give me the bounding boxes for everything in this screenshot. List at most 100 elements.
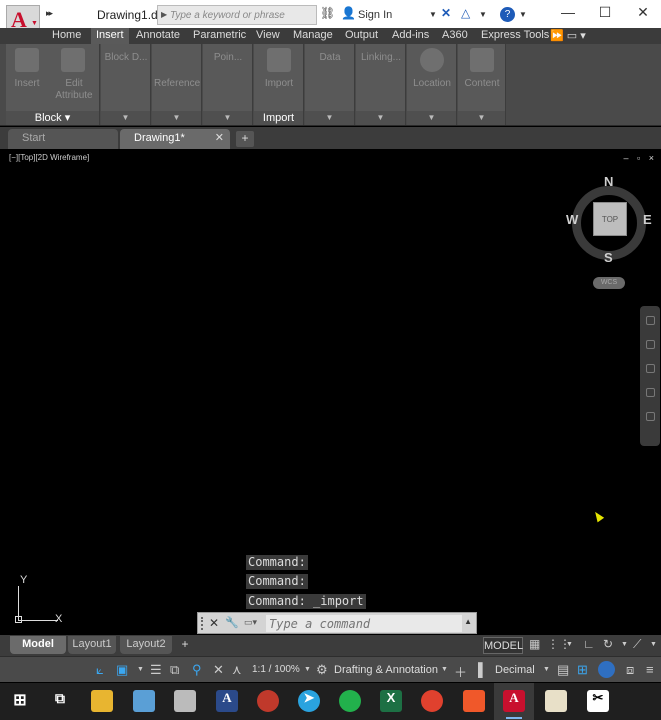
viewcube[interactable]: TOP N S E W WCS xyxy=(563,174,655,289)
insert-block-icon[interactable] xyxy=(15,48,39,72)
autodesk-a360-icon[interactable]: △ xyxy=(461,6,470,20)
chevron-down-icon[interactable]: ▼ xyxy=(479,10,487,19)
edit-attribute-icon[interactable] xyxy=(61,48,85,72)
panel-dropdown-icon[interactable]: ▼ xyxy=(458,111,505,125)
file-explorer-icon[interactable] xyxy=(91,690,113,712)
autocad-lt-icon[interactable]: A xyxy=(216,690,238,712)
file-tab-start[interactable]: Start xyxy=(8,129,118,149)
layout-tab-layout1[interactable]: Layout1 xyxy=(68,636,116,654)
capcut-icon[interactable]: ✂ xyxy=(587,690,609,712)
full-navigation-wheel-icon[interactable] xyxy=(646,316,655,325)
auto-scale-icon[interactable]: ✕ xyxy=(213,662,224,678)
showmotion-icon[interactable] xyxy=(646,412,655,421)
excel-icon[interactable]: X xyxy=(380,690,402,712)
compass-east[interactable]: E xyxy=(643,212,652,227)
data-label[interactable]: Data xyxy=(307,52,353,64)
point-cloud-label[interactable]: Poin... xyxy=(205,52,251,64)
tab-a360[interactable]: A360 xyxy=(437,28,473,44)
document-app-icon[interactable] xyxy=(174,690,196,712)
wechat-icon[interactable] xyxy=(339,690,361,712)
isolate-objects-icon[interactable]: ⊞ xyxy=(577,662,588,678)
chevron-down-icon[interactable]: ▼ xyxy=(566,641,573,648)
viewcube-top-face[interactable]: TOP xyxy=(593,202,627,236)
autocad-taskbar-icon[interactable]: A xyxy=(503,690,525,712)
block-panel-title[interactable]: Block ▾ xyxy=(6,111,99,125)
close-icon[interactable]: ✕ xyxy=(209,616,219,630)
panel-dropdown-icon[interactable]: ▼ xyxy=(305,111,354,125)
ribbon-more-icon[interactable]: ⏩ ▭ ▾ xyxy=(550,29,586,42)
layout-tab-model[interactable]: Model xyxy=(10,636,66,654)
chevron-down-icon[interactable]: ▼ xyxy=(429,10,437,19)
object-snap-icon[interactable]: ▣ xyxy=(116,662,128,678)
isodraft-icon[interactable]: ⟋ xyxy=(633,637,641,652)
exchange-apps-icon[interactable]: ✕ xyxy=(441,6,451,20)
annotation-scale-icon[interactable]: ⋏ xyxy=(232,662,242,678)
help-icon[interactable]: ? xyxy=(500,7,515,22)
close-button[interactable]: ✕ xyxy=(628,4,658,24)
clean-screen-icon[interactable]: ⧈ xyxy=(626,662,634,678)
design-center-icon[interactable] xyxy=(470,48,494,72)
block-definition-label[interactable]: Block D... xyxy=(103,52,149,64)
tab-add-ins[interactable]: Add-ins xyxy=(387,28,434,44)
units-value[interactable]: Decimal xyxy=(495,664,535,676)
chevron-down-icon[interactable]: ▼ xyxy=(519,10,527,19)
panel-dropdown-icon[interactable]: ▼ xyxy=(203,111,252,125)
compass-west[interactable]: W xyxy=(566,212,578,227)
quick-properties-icon[interactable]: ▤ xyxy=(557,662,569,678)
panel-dropdown-icon[interactable]: ▼ xyxy=(152,111,201,125)
binoculars-icon[interactable]: ⛓ xyxy=(320,6,335,20)
tab-insert[interactable]: Insert xyxy=(91,28,129,44)
import-button-label[interactable]: Import xyxy=(256,78,302,90)
gear-icon[interactable]: ⚙ xyxy=(316,662,328,678)
recent-commands-icon[interactable]: ▭▾ xyxy=(244,617,257,628)
import-icon[interactable] xyxy=(267,48,291,72)
chevron-down-icon[interactable]: ▼ xyxy=(137,666,144,673)
grid-icon[interactable]: ▦ xyxy=(529,637,540,651)
tab-manage[interactable]: Manage xyxy=(288,28,338,44)
compass-north[interactable]: N xyxy=(604,174,613,189)
tab-express-tools[interactable]: Express Tools xyxy=(476,28,554,44)
windows-start-icon[interactable]: ⊞ xyxy=(9,690,31,712)
file-tab-drawing1[interactable]: Drawing1* ✕ xyxy=(120,129,230,149)
notepad-app-icon[interactable] xyxy=(545,690,567,712)
annotation-visibility-icon[interactable]: ⚲ xyxy=(192,662,202,678)
close-icon[interactable]: ✕ xyxy=(215,129,224,148)
sign-in-button[interactable]: Sign In xyxy=(358,9,392,21)
panel-dropdown-icon[interactable]: ▼ xyxy=(407,111,456,125)
selection-cycling-icon[interactable]: ⧉ xyxy=(170,662,179,678)
tab-parametric[interactable]: Parametric xyxy=(188,28,251,44)
viewport-window-controls[interactable]: – ▫ × xyxy=(624,153,657,163)
plus-icon[interactable]: ＋ xyxy=(454,662,467,681)
edit-attribute-button-label[interactable]: Edit Attribute xyxy=(50,78,98,102)
chrome-icon[interactable] xyxy=(421,690,443,712)
task-view-icon[interactable]: ⧉ xyxy=(49,690,71,712)
panel-dropdown-icon[interactable]: ▼ xyxy=(101,111,150,125)
ortho-mode-icon[interactable]: ∟ xyxy=(583,637,595,651)
annotation-scale-value[interactable]: 1:1 / 100% xyxy=(252,664,300,675)
linking-label[interactable]: Linking... xyxy=(358,52,404,64)
search-expand-icon[interactable]: ▶ xyxy=(161,10,167,19)
model-space-button[interactable]: MODEL xyxy=(483,637,523,654)
layout-tab-layout2[interactable]: Layout2 xyxy=(120,636,172,654)
minimize-button[interactable]: — xyxy=(553,4,583,24)
wcs-menu-button[interactable]: WCS xyxy=(593,277,625,289)
panel-dropdown-icon[interactable]: ▼ xyxy=(356,111,405,125)
maximize-button[interactable]: ☐ xyxy=(590,4,620,24)
command-input[interactable] xyxy=(266,615,462,632)
location-label[interactable]: Location xyxy=(409,78,455,90)
zoom-extents-icon[interactable] xyxy=(646,364,655,373)
add-layout-button[interactable]: + xyxy=(177,637,193,653)
insert-button-label[interactable]: Insert xyxy=(8,78,46,90)
user-icon[interactable]: 👤 xyxy=(341,6,356,20)
compass-south[interactable]: S xyxy=(604,250,613,265)
hardware-acceleration-icon[interactable] xyxy=(598,661,615,678)
customization-menu-icon[interactable]: ≡ xyxy=(646,662,654,677)
workspace-switch[interactable]: Drafting & Annotation xyxy=(334,664,438,676)
object-snap-tracking-icon[interactable]: ⟀ xyxy=(96,662,104,678)
command-history-toggle-icon[interactable]: ▲ xyxy=(464,617,472,626)
chevron-down-icon[interactable]: ▼ xyxy=(543,666,550,673)
quick-access-toolbar-more-button[interactable]: ▸▸ xyxy=(46,8,53,19)
chevron-down-icon[interactable]: ▼ xyxy=(304,666,311,673)
content-label[interactable]: Content xyxy=(459,78,505,90)
tab-view[interactable]: View xyxy=(251,28,285,44)
